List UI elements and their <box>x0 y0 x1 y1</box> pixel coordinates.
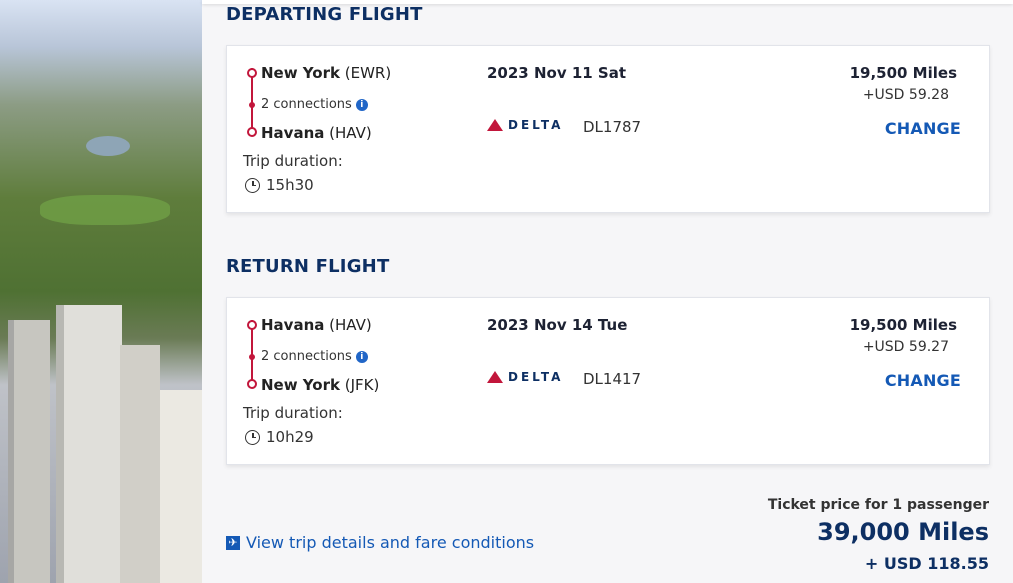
ticket-price-label: Ticket price for 1 passenger <box>767 497 989 513</box>
trip-duration-label: Trip duration: <box>243 152 343 170</box>
return-flight-card: Havana (HAV) 2 connections i New York (J… <box>226 297 990 465</box>
origin-city: New York (EWR) <box>261 64 392 82</box>
flight-usd: +USD 59.28 <box>862 87 949 103</box>
origin-marker <box>247 320 257 330</box>
delta-logo: DELTA <box>487 370 563 384</box>
info-icon[interactable]: i <box>355 350 368 363</box>
info-icon[interactable]: i <box>355 98 368 111</box>
flight-number: DL1417 <box>583 370 642 388</box>
origin-marker <box>247 68 257 78</box>
airline: DELTA <box>487 118 563 132</box>
clock-icon <box>245 429 260 445</box>
change-departing-button[interactable]: CHANGE <box>885 119 961 138</box>
flight-date: 2023 Nov 14 Tue <box>487 316 628 334</box>
flight-miles: 19,500 Miles <box>849 316 957 334</box>
change-return-button[interactable]: CHANGE <box>885 371 961 390</box>
flight-miles: 19,500 Miles <box>849 64 957 82</box>
origin-city: Havana (HAV) <box>261 316 372 334</box>
departing-flight-card: New York (EWR) 2 connections i Havana (H… <box>226 45 990 213</box>
city-park-photo <box>0 0 202 583</box>
flight-date: 2023 Nov 11 Sat <box>487 64 627 82</box>
view-trip-details-link[interactable]: ✈ View trip details and fare conditions <box>226 533 534 552</box>
flight-number: DL1787 <box>583 118 642 136</box>
flight-summary-panel: DEPARTING FLIGHT New York (EWR) 2 connec… <box>202 0 1013 583</box>
departing-flight-title: DEPARTING FLIGHT <box>226 4 423 25</box>
plane-icon: ✈ <box>226 535 240 550</box>
connection-marker <box>249 102 255 108</box>
destination-marker <box>247 379 257 389</box>
total-usd: + USD 118.55 <box>864 554 989 573</box>
total-miles: 39,000 Miles <box>817 518 989 546</box>
connections-info[interactable]: 2 connections i <box>261 349 368 364</box>
destination-marker <box>247 127 257 137</box>
delta-logo: DELTA <box>487 118 563 132</box>
clock-icon <box>245 177 260 193</box>
trip-duration: 10h29 <box>245 428 314 446</box>
trip-duration: 15h30 <box>245 176 314 194</box>
airline: DELTA <box>487 370 563 384</box>
return-flight-title: RETURN FLIGHT <box>226 256 390 277</box>
destination-city: New York (JFK) <box>261 376 380 394</box>
flight-usd: +USD 59.27 <box>862 339 949 355</box>
trip-duration-label: Trip duration: <box>243 404 343 422</box>
connection-marker <box>249 354 255 360</box>
destination-city: Havana (HAV) <box>261 124 372 142</box>
connections-info[interactable]: 2 connections i <box>261 97 368 112</box>
